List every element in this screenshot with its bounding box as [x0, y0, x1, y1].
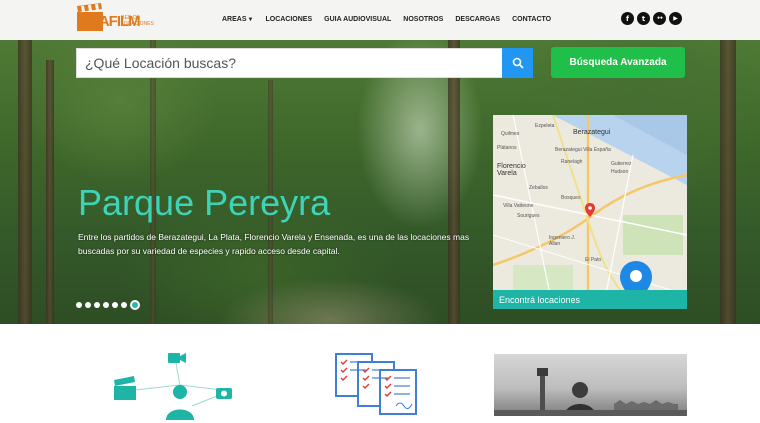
slider-dot[interactable] — [94, 302, 100, 308]
map-place-label: Berazategui Villa España — [555, 147, 611, 153]
hero-slider: Búsqueda Avanzada Parque Pereyra Entre l… — [0, 40, 760, 324]
advanced-search-button[interactable]: Búsqueda Avanzada — [551, 47, 685, 78]
search-box — [76, 48, 503, 78]
search-input[interactable] — [77, 49, 502, 77]
site-header: BAFILM RED DE LOCACIONES AREAS▼ LOCACION… — [0, 0, 760, 40]
search-icon — [512, 57, 524, 69]
locations-map[interactable]: Ezpeleta Quilmes Berazategui Berazategui… — [493, 115, 687, 309]
nav-item-areas[interactable]: AREAS▼ — [222, 16, 253, 30]
search-button[interactable] — [502, 48, 533, 78]
map-place-label: Ranelagh — [561, 159, 583, 165]
slider-pagination — [76, 300, 140, 310]
tree-trunk — [448, 40, 460, 324]
caret-down-icon: ▼ — [247, 17, 254, 23]
nav-item-locaciones[interactable]: LOCACIONES — [265, 16, 312, 30]
map-place-label: Ingeniero J. Allan — [549, 235, 576, 247]
map-place-label: El Pato — [585, 257, 602, 263]
facebook-icon[interactable]: f — [621, 12, 634, 25]
map-place-label: Berazategui — [573, 129, 611, 136]
logo[interactable]: BAFILM RED DE LOCACIONES — [75, 3, 167, 33]
hero-description: Entre los partidos de Berazategui, La Pl… — [78, 232, 470, 256]
map-place-label: Gutierrez — [611, 161, 632, 167]
location-pin-icon — [585, 203, 595, 217]
map-place-label: Zeballos — [529, 185, 548, 191]
audiovisual-network-icon — [114, 353, 232, 420]
find-locations-link[interactable]: Encontrá locaciones — [493, 290, 687, 309]
map-place-label: Villa Vatteone — [503, 203, 534, 209]
slider-dot[interactable] — [112, 302, 118, 308]
map-place-label: Florencio Varela — [497, 163, 526, 177]
photo-graphic — [494, 368, 687, 416]
twitter-icon[interactable]: t — [637, 12, 650, 25]
featured-photo[interactable] — [494, 354, 687, 416]
slider-dot[interactable] — [76, 302, 82, 308]
nav-label: AREAS — [222, 16, 247, 23]
map-place-label: Ezpeleta — [535, 123, 555, 129]
map-place-label: Bosques — [561, 195, 581, 201]
nav-item-nosotros[interactable]: NOSOTROS — [403, 16, 443, 30]
map-place-label: Sourigues — [517, 213, 540, 219]
slider-dot[interactable] — [121, 302, 127, 308]
tree-trunk — [720, 40, 736, 324]
slider-dot-active[interactable] — [130, 300, 140, 310]
nav-item-guia-audiovisual[interactable]: GUIA AUDIOVISUAL — [324, 16, 391, 30]
nav-item-contacto[interactable]: CONTACTO — [512, 16, 551, 30]
checklist-documents-icon — [335, 353, 417, 415]
flickr-icon[interactable]: •• — [653, 12, 666, 25]
map-place-label: Plátanos — [497, 145, 517, 151]
hero-title: Parque Pereyra — [78, 182, 331, 223]
tree-trunk — [46, 60, 54, 324]
map-place-label: Quilmes — [501, 131, 520, 137]
social-links: f t •• ▶ — [621, 12, 682, 25]
tree-trunk — [18, 40, 32, 324]
logo-tagline: RED DE LOCACIONES — [121, 15, 154, 27]
nav-item-descargas[interactable]: DESCARGAS — [455, 16, 500, 30]
youtube-icon[interactable]: ▶ — [669, 12, 682, 25]
map-place-label: Hudson — [611, 169, 629, 175]
slider-dot[interactable] — [103, 302, 109, 308]
slider-dot[interactable] — [85, 302, 91, 308]
main-nav: AREAS▼ LOCACIONES GUIA AUDIOVISUAL NOSOT… — [222, 16, 563, 30]
features-section — [0, 324, 760, 423]
